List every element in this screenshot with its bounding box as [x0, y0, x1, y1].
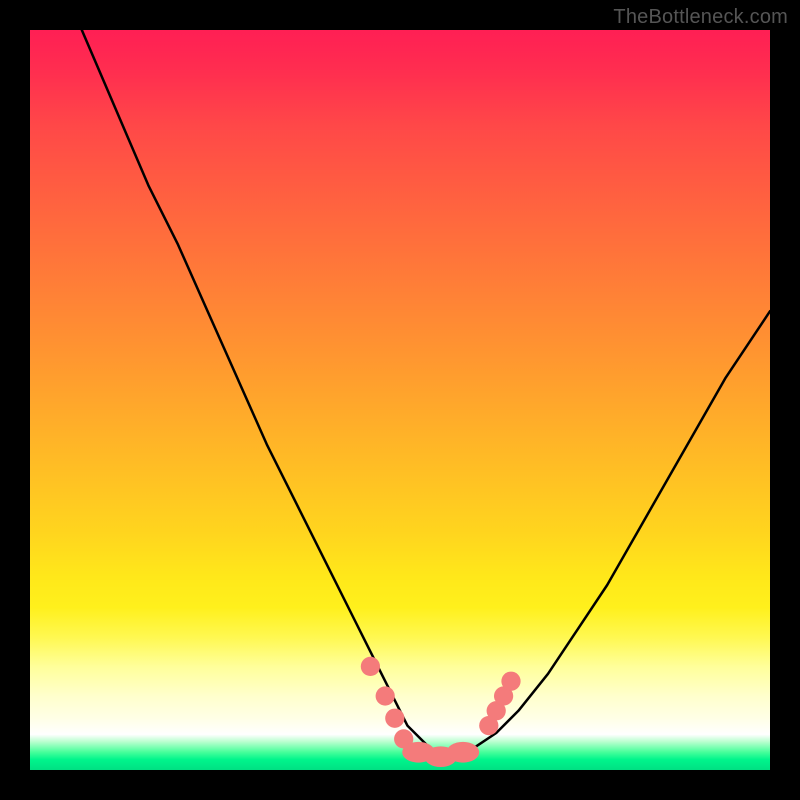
outer-frame: TheBottleneck.com — [0, 0, 800, 800]
data-marker — [376, 686, 395, 705]
data-marker — [447, 742, 480, 763]
data-marker — [501, 672, 520, 691]
watermark-text: TheBottleneck.com — [613, 6, 788, 29]
data-marker — [361, 657, 380, 676]
bottleneck-curve — [82, 30, 770, 755]
marker-group — [361, 657, 521, 767]
chart-svg — [30, 30, 770, 770]
plot-area — [30, 30, 770, 770]
data-marker — [385, 709, 404, 728]
